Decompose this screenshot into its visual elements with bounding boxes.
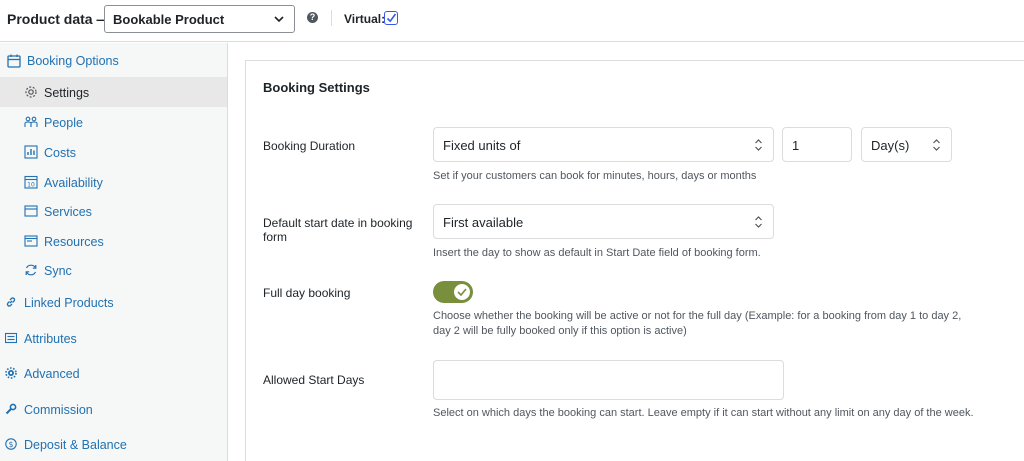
sidebar-item-label: People bbox=[44, 116, 83, 130]
full-day-description: Choose whether the booking will be activ… bbox=[433, 310, 962, 337]
virtual-label: Virtual: bbox=[344, 12, 386, 26]
dollar-icon: $ bbox=[5, 438, 17, 450]
sidebar-item-label: Advanced bbox=[24, 367, 80, 381]
product-type-value: Bookable Product bbox=[113, 12, 225, 27]
virtual-checkbox[interactable] bbox=[384, 11, 398, 25]
sidebar-item-resources[interactable]: Resources bbox=[0, 226, 227, 256]
sync-icon bbox=[25, 264, 37, 276]
default-start-description: Insert the day to show as default in Sta… bbox=[433, 247, 761, 259]
chevron-down-icon bbox=[274, 16, 284, 23]
sidebar-item-label: Availability bbox=[44, 176, 103, 190]
wrench-icon bbox=[5, 403, 17, 415]
sidebar-item-costs[interactable]: Costs bbox=[0, 137, 227, 167]
allowed-start-days-input[interactable] bbox=[433, 360, 784, 400]
link-icon bbox=[6, 297, 16, 307]
product-data-header: Product data — Bookable Product ? Virtua… bbox=[0, 0, 1024, 42]
sidebar-item-label: Costs bbox=[44, 146, 76, 160]
sidebar-item-attributes[interactable]: Attributes bbox=[0, 324, 227, 354]
allowed-start-days-description: Select on which days the booking can sta… bbox=[433, 407, 974, 419]
sidebar-item-deposit-balance[interactable]: $ Deposit & Balance bbox=[0, 430, 227, 460]
full-day-toggle[interactable] bbox=[433, 281, 473, 303]
header-divider bbox=[331, 10, 332, 26]
sidebar-item-label: Commission bbox=[24, 403, 93, 417]
sidebar-item-commission[interactable]: Commission bbox=[0, 395, 227, 425]
booking-duration-label: Booking Duration bbox=[263, 139, 356, 153]
svg-text:10: 10 bbox=[27, 182, 35, 189]
people-icon bbox=[24, 116, 38, 127]
sidebar-item-label: Linked Products bbox=[24, 296, 114, 310]
product-data-title: Product data — bbox=[7, 11, 111, 27]
booking-duration-description: Set if your customers can book for minut… bbox=[433, 170, 757, 182]
sidebar-item-label: Settings bbox=[44, 86, 90, 100]
checkmark-icon bbox=[386, 13, 397, 23]
panel-title: Booking Settings bbox=[263, 80, 370, 95]
sidebar-item-label: Resources bbox=[44, 235, 104, 249]
sidebar-item-people[interactable]: People bbox=[0, 107, 227, 137]
booking-duration-units-input[interactable]: 1 bbox=[782, 127, 852, 162]
sidebar-item-label: Services bbox=[44, 205, 92, 219]
sidebar-item-services[interactable]: Services bbox=[0, 196, 227, 226]
booking-duration-unit-value: Day(s) bbox=[871, 138, 910, 153]
booking-duration-units-value: 1 bbox=[792, 138, 800, 153]
default-start-select[interactable]: First available bbox=[433, 204, 774, 239]
sidebar-item-linked-products[interactable]: Linked Products bbox=[0, 288, 227, 318]
product-type-select[interactable]: Bookable Product bbox=[104, 5, 295, 33]
sidebar-item-booking-options[interactable]: Booking Options bbox=[0, 45, 227, 75]
product-data-tabs: Booking Options Settings People Costs 10… bbox=[0, 43, 228, 461]
select-arrows-icon bbox=[755, 216, 762, 228]
sidebar-item-label: Booking Options bbox=[27, 54, 119, 68]
sidebar-item-availability[interactable]: 10 Availability bbox=[0, 167, 227, 197]
sidebar-item-label: Deposit & Balance bbox=[24, 438, 127, 452]
sidebar-item-advanced[interactable]: Advanced bbox=[0, 359, 227, 389]
sidebar-item-label: Attributes bbox=[24, 332, 77, 346]
select-arrows-icon bbox=[755, 139, 762, 151]
booking-duration-unit-select[interactable]: Day(s) bbox=[861, 127, 952, 162]
full-day-label: Full day booking bbox=[263, 286, 351, 300]
help-icon[interactable]: ? bbox=[307, 12, 318, 23]
list-icon bbox=[5, 332, 17, 344]
toggle-knob bbox=[454, 284, 470, 300]
checkmark-icon bbox=[457, 288, 467, 296]
services-icon bbox=[24, 205, 38, 217]
sidebar-item-settings[interactable]: Settings bbox=[0, 77, 227, 107]
select-arrows-icon bbox=[933, 139, 940, 151]
sidebar-item-label: Sync bbox=[44, 264, 72, 278]
resources-icon bbox=[24, 235, 38, 247]
calendar-icon bbox=[7, 54, 21, 68]
booking-duration-type-value: Fixed units of bbox=[443, 138, 521, 153]
gear-icon bbox=[25, 86, 37, 98]
booking-duration-type-select[interactable]: Fixed units of bbox=[433, 127, 774, 162]
chart-icon bbox=[24, 145, 38, 159]
sidebar-item-sync[interactable]: Sync bbox=[0, 255, 227, 285]
default-start-label: Default start date in booking form bbox=[263, 216, 413, 244]
calendar-day-icon: 10 bbox=[24, 175, 38, 189]
allowed-start-days-label: Allowed Start Days bbox=[263, 373, 365, 387]
gear-icon bbox=[5, 367, 17, 379]
svg-text:$: $ bbox=[9, 440, 14, 449]
default-start-value: First available bbox=[443, 215, 524, 230]
